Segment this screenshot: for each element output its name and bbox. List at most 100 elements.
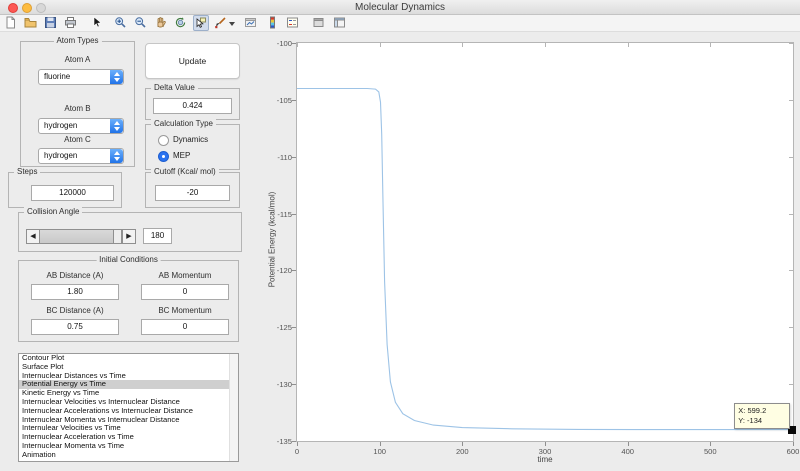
edit-plot-button[interactable] bbox=[90, 16, 104, 30]
dropdown-stepper-icon[interactable] bbox=[110, 149, 123, 163]
delta-value-field[interactable]: 0.424 bbox=[153, 98, 232, 114]
tick-label: -115 bbox=[277, 209, 292, 219]
hide-plot-tools-icon bbox=[313, 18, 324, 27]
tick-mark bbox=[793, 43, 794, 47]
collision-angle-slider[interactable]: ◀ ▶ bbox=[26, 229, 136, 244]
atom-c-label: Atom C bbox=[64, 135, 91, 144]
dropdown-stepper-icon[interactable] bbox=[110, 119, 123, 133]
zoom-out-button[interactable] bbox=[134, 16, 148, 30]
insert-colorbar-button[interactable] bbox=[266, 16, 280, 30]
atom-types-title: Atom Types bbox=[53, 36, 102, 45]
steps-panel: Steps 120000 bbox=[8, 167, 122, 208]
bc-distance-label: BC Distance (A) bbox=[46, 306, 104, 315]
pan-button[interactable] bbox=[154, 16, 168, 30]
link-plot-button[interactable] bbox=[244, 16, 258, 30]
atom-c-value: hydrogen bbox=[44, 151, 78, 160]
save-button[interactable] bbox=[44, 16, 58, 30]
insert-legend-button[interactable] bbox=[286, 16, 300, 30]
tick-mark bbox=[789, 441, 793, 442]
app-window: Molecular Dynamics Atom Types Atom A flu… bbox=[0, 0, 800, 471]
tick-label: -110 bbox=[277, 152, 292, 162]
rotate-3d-icon bbox=[175, 17, 186, 28]
tick-mark bbox=[292, 327, 296, 329]
slider-thumb[interactable] bbox=[113, 230, 122, 243]
list-item[interactable]: Animation bbox=[19, 450, 238, 460]
collision-angle-title: Collision Angle bbox=[24, 207, 83, 216]
zoom-out-icon bbox=[135, 17, 146, 28]
tick-mark bbox=[292, 441, 296, 442]
bc-momentum-field[interactable]: 0 bbox=[141, 319, 229, 335]
tick-label: 100 bbox=[373, 447, 387, 456]
ab-distance-field[interactable]: 1.80 bbox=[31, 284, 119, 300]
open-file-button[interactable] bbox=[24, 16, 38, 30]
hide-plot-tools-button[interactable] bbox=[312, 16, 326, 30]
open-folder-icon bbox=[24, 18, 37, 28]
window-title: Molecular Dynamics bbox=[354, 2, 446, 13]
atom-c-dropdown[interactable]: hydrogen bbox=[38, 148, 124, 164]
atom-b-value: hydrogen bbox=[44, 121, 78, 130]
tick-mark bbox=[789, 270, 793, 272]
atom-a-dropdown[interactable]: fluorine bbox=[38, 69, 124, 85]
plot-type-listbox[interactable]: Contour Plot Surface Plot Internuclear Dis… bbox=[18, 353, 239, 462]
save-disk-icon bbox=[45, 17, 56, 28]
atom-a-label: Atom A bbox=[64, 55, 91, 64]
tick-mark bbox=[710, 442, 712, 446]
potential-energy-curve bbox=[297, 87, 793, 431]
tick-mark bbox=[627, 43, 629, 47]
brush-button[interactable] bbox=[214, 16, 228, 30]
pan-hand-icon bbox=[157, 17, 166, 28]
tick-mark bbox=[789, 43, 793, 44]
data-cursor-icon bbox=[196, 17, 206, 28]
tick-mark bbox=[710, 43, 712, 47]
ab-distance-label: AB Distance (A) bbox=[46, 271, 104, 280]
update-button[interactable]: Update bbox=[145, 43, 240, 79]
rotate-3d-button[interactable] bbox=[174, 16, 188, 30]
ab-momentum-label: AB Momentum bbox=[158, 271, 212, 280]
tick-label: 400 bbox=[621, 447, 635, 456]
steps-field[interactable]: 120000 bbox=[31, 185, 114, 201]
tick-mark bbox=[292, 384, 296, 386]
tick-mark bbox=[789, 327, 793, 329]
calculation-type-panel: Calculation Type Dynamics MEP bbox=[145, 119, 240, 170]
tick-label: -135 bbox=[276, 437, 292, 446]
tick-label: 600 bbox=[786, 447, 800, 456]
zoom-in-button[interactable] bbox=[114, 16, 128, 30]
tick-label: 200 bbox=[455, 447, 469, 456]
tick-mark bbox=[379, 43, 381, 47]
plot-area[interactable]: X: 599.2 Y: -134 time Potential Energy (… bbox=[268, 39, 800, 464]
ab-momentum-field[interactable]: 0 bbox=[141, 284, 229, 300]
print-button[interactable] bbox=[64, 16, 78, 30]
mep-radio-label: MEP bbox=[173, 151, 191, 160]
dropdown-stepper-icon[interactable] bbox=[110, 70, 123, 84]
data-cursor-button[interactable] bbox=[193, 15, 209, 31]
slider-left-arrow-icon[interactable]: ◀ bbox=[27, 230, 40, 243]
listbox-scrollbar[interactable] bbox=[229, 354, 238, 461]
brush-dropdown-caret[interactable] bbox=[229, 22, 235, 26]
collision-angle-panel: Collision Angle ◀ ▶ 180 bbox=[18, 207, 242, 252]
tick-mark bbox=[789, 384, 793, 386]
toolbar bbox=[0, 15, 800, 32]
calculation-type-title: Calculation Type bbox=[151, 119, 216, 128]
tick-mark bbox=[789, 156, 793, 158]
cutoff-field[interactable]: -20 bbox=[155, 185, 230, 201]
tick-mark bbox=[462, 442, 464, 446]
atom-b-dropdown[interactable]: hydrogen bbox=[38, 118, 124, 134]
atom-a-value: fluorine bbox=[44, 72, 71, 81]
printer-icon bbox=[65, 17, 76, 28]
new-document-icon bbox=[6, 16, 15, 29]
slider-right-arrow-icon[interactable]: ▶ bbox=[122, 230, 135, 243]
collision-angle-field[interactable]: 180 bbox=[143, 228, 172, 244]
new-document-button[interactable] bbox=[4, 16, 18, 30]
bc-distance-field[interactable]: 0.75 bbox=[31, 319, 119, 335]
show-plot-tools-button[interactable] bbox=[333, 16, 347, 30]
radio-circle-icon[interactable] bbox=[158, 151, 169, 162]
radio-circle-icon[interactable] bbox=[158, 135, 169, 146]
link-plot-icon bbox=[245, 18, 256, 27]
tick-mark bbox=[297, 442, 298, 446]
tick-label: -100 bbox=[276, 39, 292, 48]
bc-momentum-label: BC Momentum bbox=[158, 306, 212, 315]
cutoff-title: Cutoff (Kcal/ mol) bbox=[151, 167, 219, 176]
tick-mark bbox=[627, 442, 629, 446]
steps-title: Steps bbox=[14, 167, 41, 176]
initial-conditions-panel: Initial Conditions AB Distance (A) AB Mo… bbox=[18, 255, 239, 342]
